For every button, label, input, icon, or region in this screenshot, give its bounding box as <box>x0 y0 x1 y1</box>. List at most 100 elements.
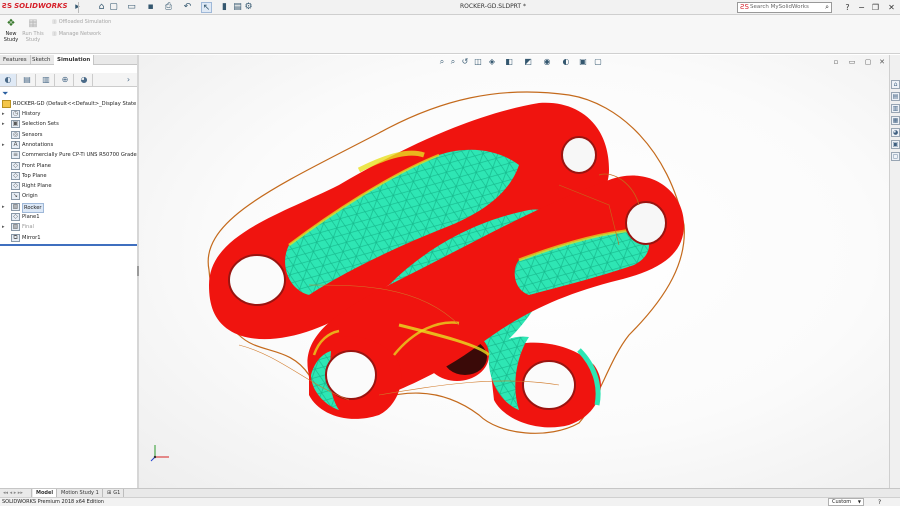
offloaded-simulation-button[interactable]: ▥ Offloaded Simulation <box>52 18 111 26</box>
tree-item-label: Final <box>22 224 34 231</box>
tree-item-label: History <box>22 111 41 117</box>
tree-item-label: Front Plane <box>22 162 51 169</box>
tree-item-label: Commercially Pure CP-Ti UNS R50700 Grade… <box>22 152 142 159</box>
expand-arrow-icon[interactable]: ▸ <box>2 119 5 129</box>
design-library-icon[interactable]: ▤ <box>891 92 900 101</box>
dimxpert-icon[interactable]: ⊕ <box>57 74 74 86</box>
history-icon: ◷ <box>11 110 20 118</box>
document-title: ROCKER-GD.SLDPRT * <box>460 3 526 10</box>
pane-expand-icon[interactable]: › <box>120 74 137 86</box>
options-gear-icon[interactable]: ⚙ <box>243 2 254 13</box>
sensors-icon: ◎ <box>11 130 20 139</box>
status-bar: SOLIDWORKS Premium 2018 x64 Edition Cust… <box>0 497 900 506</box>
unit-system-select[interactable]: Custom ▼ <box>828 498 864 506</box>
front-right-bore-hole <box>522 360 576 410</box>
manager-pane-tabs: ◐ ▤ ▥ ⊕ ◕ › <box>0 73 138 87</box>
expand-arrow-icon[interactable]: ▸ <box>2 140 5 150</box>
command-manager: ❖ New Study ▦ Run This Study ▥ Offloaded … <box>0 15 900 54</box>
run-study-label: Run This Study <box>22 31 44 43</box>
tree-item-label: Top Plane <box>22 172 47 179</box>
search-icon[interactable]: ⌕ <box>825 3 829 12</box>
file-explorer-icon[interactable]: ▥ <box>891 104 900 113</box>
expand-arrow-icon[interactable]: ▸ <box>2 109 5 119</box>
plane-icon: ◇ <box>11 182 20 191</box>
manage-network-button[interactable]: ▥ Manage Network <box>52 30 101 38</box>
manage-network-label: Manage Network <box>58 31 102 37</box>
restore-button[interactable]: ❐ <box>870 2 881 13</box>
open-folder-icon[interactable]: ▭ <box>126 2 137 13</box>
tree-item-label: Right Plane <box>22 183 52 190</box>
filter-icon[interactable]: ⏷ <box>2 89 8 99</box>
stress-plot-model[interactable] <box>139 55 889 488</box>
tree-item-label: Plane1 <box>22 214 40 220</box>
configurationmanager-icon[interactable]: ▥ <box>38 74 55 86</box>
solidworks-search-icon: ƧS <box>740 3 749 11</box>
body-icon: ▧ <box>11 202 20 211</box>
tree-item-label: Annotations <box>22 141 54 148</box>
offloaded-label: Offloaded Simulation <box>58 19 112 25</box>
title-bar: ƧSSOLIDWORKS ▸ ⌂ ▢ ▭ ▪ ⎙ ↶ ↖ ▮ ▤ ⚙ ROCKE… <box>0 0 900 15</box>
tab-features[interactable]: Features <box>0 55 31 65</box>
expand-arrow-icon[interactable]: ▸ <box>2 202 5 212</box>
rebuild-icon[interactable]: ▮ <box>219 2 230 13</box>
forum-icon[interactable]: ▢ <box>891 152 900 161</box>
undo-icon[interactable]: ↶ <box>182 2 193 13</box>
new-study-icon: ❖ <box>6 18 16 29</box>
plane-icon: ◇ <box>11 213 20 221</box>
tree-item-label: Origin <box>22 193 38 200</box>
save-icon[interactable]: ▪ <box>145 2 156 13</box>
reference-triad-icon <box>150 445 169 462</box>
featuremanager-tree-icon[interactable]: ◐ <box>0 74 17 86</box>
help-button[interactable]: ? <box>842 2 853 13</box>
study-icon: ⊞ <box>107 490 112 496</box>
tab-g1-label: G1 <box>113 490 121 496</box>
tree-item-label: Selection Sets <box>22 121 59 128</box>
unit-system-label: Custom <box>832 499 852 505</box>
search-input[interactable]: ƧS Search MySolidWorks ⌕ <box>737 2 832 13</box>
expand-arrow-icon[interactable]: ▸ <box>2 222 5 232</box>
minimize-button[interactable]: − <box>856 2 867 13</box>
part-icon <box>2 100 11 108</box>
tree-item-label: Mirror1 <box>22 234 41 241</box>
run-study-button[interactable]: ▦ Run This Study <box>22 18 44 43</box>
new-document-icon[interactable]: ▢ <box>108 2 119 13</box>
file-properties-icon[interactable]: ▤ <box>232 2 243 13</box>
logo-text: SOLIDWORKS <box>14 2 68 10</box>
bottom-tab-bar: ◂◂ ◂ ▸ ▸▸ Model Motion Study 1 ⊞ G1 <box>0 488 900 498</box>
select-pointer-icon[interactable]: ↖ <box>201 2 212 13</box>
offloaded-icon: ▥ <box>52 19 57 25</box>
ds-logo-icon: ƧS <box>2 2 13 10</box>
print-icon[interactable]: ⎙ <box>163 2 174 13</box>
tab-sketch[interactable]: Sketch <box>29 55 55 65</box>
feature-tree: ROCKER-GD (Default<<Default>_Display Sta… <box>0 99 148 249</box>
front-left-bore-hole <box>325 350 377 400</box>
graphics-area[interactable]: ⌕ ⌕ ↺ ◫ ◈ ◧ ◩ ◉ ◐ ▣ ▢ ▫ ▭ ▢ ✕ <box>139 55 889 488</box>
selection-sets-icon: ▣ <box>11 120 20 129</box>
material-icon: ≡ <box>11 151 20 160</box>
displaymanager-icon[interactable]: ◕ <box>76 74 93 86</box>
appearances-icon[interactable]: ◕ <box>891 128 900 137</box>
home-icon[interactable]: ⌂ <box>96 2 107 13</box>
view-palette-icon[interactable]: ▦ <box>891 116 900 125</box>
body-icon: ▧ <box>11 223 20 232</box>
annotations-icon: A <box>11 140 20 149</box>
custom-properties-icon[interactable]: ▣ <box>891 140 900 149</box>
tree-item-label: Sensors <box>22 131 43 138</box>
origin-icon: ↘ <box>11 192 20 201</box>
new-study-button[interactable]: ❖ New Study <box>2 18 20 43</box>
propertymanager-icon[interactable]: ▤ <box>19 74 36 86</box>
back-bore-hole <box>228 254 286 306</box>
search-placeholder: Search MySolidWorks <box>750 4 809 10</box>
task-pane: ⌂ ▤ ▥ ▦ ◕ ▣ ▢ <box>889 55 900 488</box>
rollback-bar[interactable] <box>0 244 138 246</box>
mirror-icon: ⧉ <box>11 233 20 242</box>
toolbar-separator <box>78 2 79 13</box>
solidworks-logo[interactable]: ƧS SOLIDWORKS <box>2 2 72 13</box>
plane-icon: ◇ <box>11 171 20 180</box>
tree-root-label: ROCKER-GD (Default<<Default>_Display Sta… <box>13 101 148 107</box>
run-study-icon: ▦ <box>28 18 38 29</box>
close-button[interactable]: ✕ <box>886 2 897 13</box>
tab-simulation[interactable]: Simulation <box>54 55 95 65</box>
solidworks-resources-icon[interactable]: ⌂ <box>891 80 900 89</box>
plane-icon: ◇ <box>11 161 20 170</box>
